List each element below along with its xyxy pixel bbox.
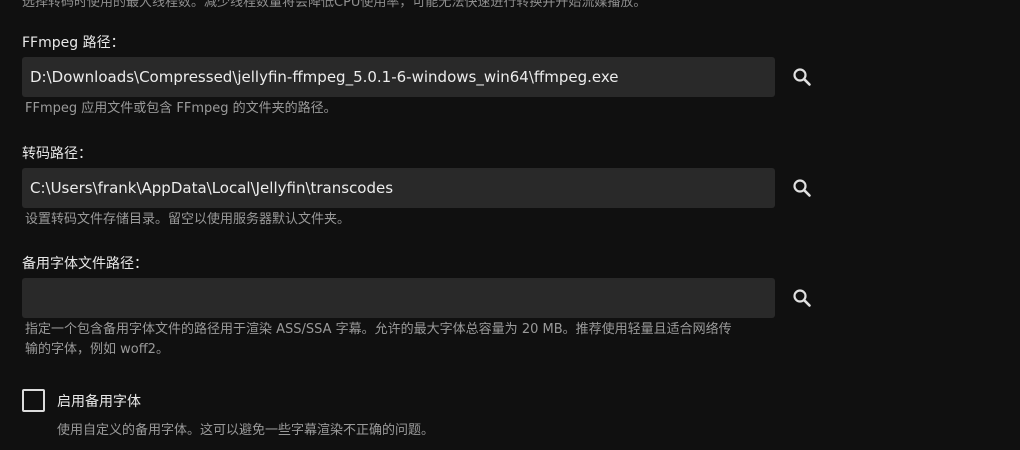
- transcode-path-description: 设置转码文件存储目录。留空以使用服务器默认文件夹。: [25, 212, 351, 227]
- transcode-path-field: 转码路径： 设置转码文件存储目录。留空以使用服务器默认文件夹。: [22, 144, 825, 230]
- fallback-font-browse-button[interactable]: [782, 278, 822, 318]
- fallback-font-description-line-1: 指定一个包含备用字体文件的路径用于渲染 ASS/SSA 字幕。允许的最大字体总容…: [25, 322, 732, 337]
- ffmpeg-path-input-row: [22, 57, 825, 97]
- fallback-font-path-input-row: [22, 278, 825, 318]
- enable-fallback-font-description: 使用自定义的备用字体。这可以避免一些字幕渲染不正确的问题。: [57, 423, 435, 438]
- fallback-font-path-field: 备用字体文件路径： 指定一个包含备用字体文件的路径用于渲染 ASS/SSA 字幕…: [22, 254, 825, 360]
- transcode-path-input[interactable]: [22, 168, 775, 208]
- transcode-browse-button[interactable]: [782, 168, 822, 208]
- transcode-path-input-row: [22, 168, 825, 208]
- ffmpeg-path-field: FFmpeg 路径： FFmpeg 应用文件或包含 FFmpeg 的文件夹的路径…: [22, 33, 825, 119]
- enable-fallback-font-label[interactable]: 启用备用字体: [57, 391, 141, 411]
- enable-fallback-font-checkbox[interactable]: [22, 389, 45, 412]
- partial-description-text: 选择转码时使用的最大线程数。减少线程数量将会降低CPU使用率，可能无法快速进行转…: [22, 0, 647, 10]
- search-icon: [793, 179, 811, 197]
- enable-fallback-font-row[interactable]: 启用备用字体: [22, 389, 141, 412]
- ffmpeg-path-input[interactable]: [22, 57, 775, 97]
- ffmpeg-path-description: FFmpeg 应用文件或包含 FFmpeg 的文件夹的路径。: [25, 101, 337, 116]
- fallback-font-path-input[interactable]: [22, 278, 775, 318]
- fallback-font-description-line-2: 输的字体，例如 woff2。: [25, 342, 169, 357]
- search-icon: [793, 289, 811, 307]
- transcode-path-label: 转码路径：: [22, 146, 92, 162]
- ffmpeg-browse-button[interactable]: [782, 57, 822, 97]
- search-icon: [793, 68, 811, 86]
- fallback-font-path-label: 备用字体文件路径：: [22, 256, 148, 272]
- ffmpeg-path-label: FFmpeg 路径：: [22, 35, 125, 51]
- fallback-font-path-description: 指定一个包含备用字体文件的路径用于渲染 ASS/SSA 字幕。允许的最大字体总容…: [25, 320, 825, 360]
